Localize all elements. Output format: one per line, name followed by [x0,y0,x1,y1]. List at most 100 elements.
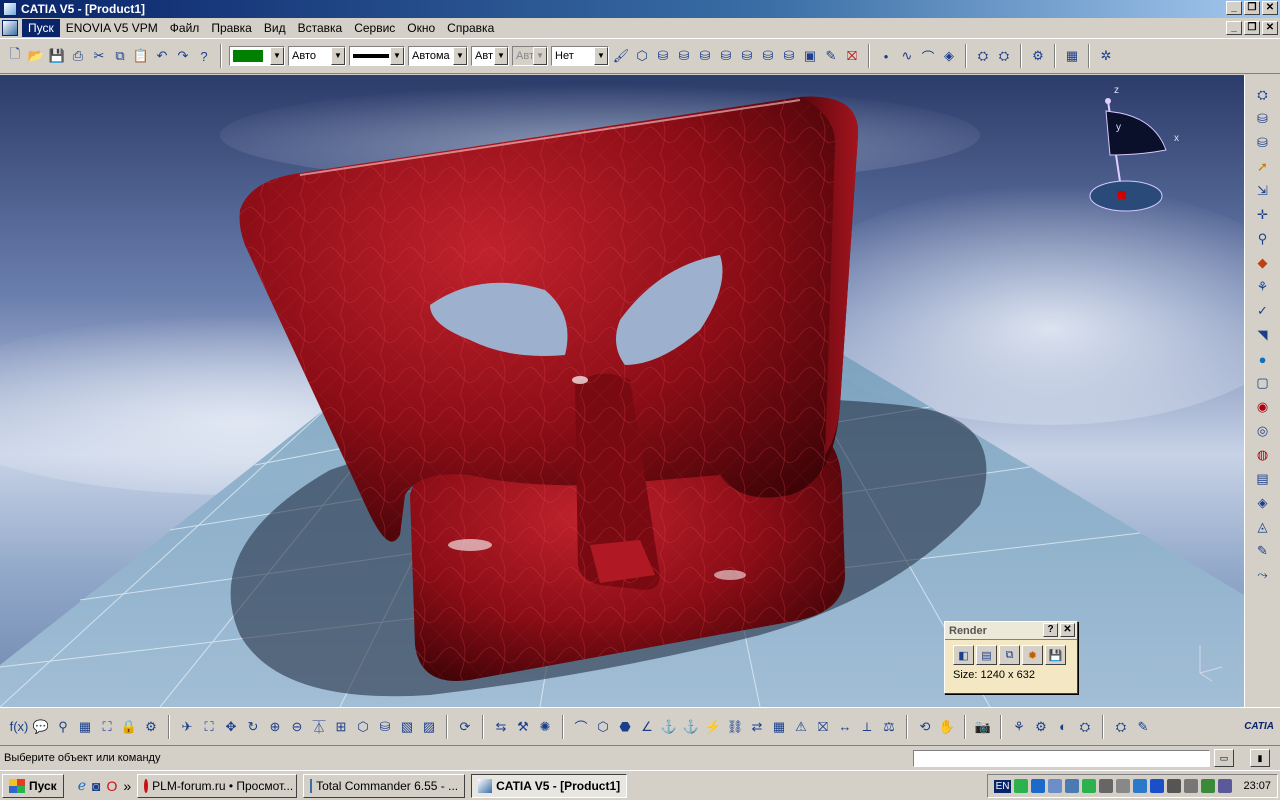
menu-file[interactable]: Файл [164,19,206,37]
view-mode-custom-icon[interactable]: ⛁ [780,47,798,65]
fit-all-icon[interactable]: ⛶ [200,718,218,736]
doc-minimize-button[interactable]: _ [1226,21,1242,35]
apply-material-icon[interactable]: ◐ [1054,718,1072,736]
camera-icon[interactable]: ◈ [1252,493,1274,513]
catia-logo[interactable]: CATIA [1230,712,1274,742]
cancel-command-button[interactable]: ▮ [1250,749,1270,767]
contact-icon[interactable]: ⬡ [594,718,612,736]
render-style-icon[interactable]: ⛁ [376,718,394,736]
task-catia[interactable]: CATIA V5 - [Product1] [471,773,628,798]
language-indicator[interactable]: EN [993,779,1012,793]
redo-icon[interactable]: ↷ [174,47,192,65]
spline-icon[interactable]: ∿ [898,47,916,65]
select-icon[interactable]: ➚ [1252,157,1274,177]
start-button[interactable]: Пуск [2,773,64,798]
clash-icon[interactable]: ⚠ [792,718,810,736]
normal-view-icon[interactable]: ⏄ [310,718,328,736]
line-type-combo[interactable]: Авто ▼ [288,46,346,66]
render-save-icon[interactable]: 💾 [1045,645,1066,665]
material-icon[interactable]: ⬡ [633,47,651,65]
opera-icon[interactable]: O [106,778,117,794]
surface-icon[interactable]: ◈ [940,47,958,65]
change-constraint-icon[interactable]: ⇄ [748,718,766,736]
view-mode-wireframe-icon[interactable]: ⛁ [738,47,756,65]
chevron-down-icon[interactable]: ▼ [533,47,547,65]
assembly-icon[interactable]: ⛭ [1252,85,1274,105]
hide-show-icon[interactable]: ⛝ [843,47,861,65]
flexible-icon[interactable]: ⛓ [726,718,744,736]
animation-icon[interactable]: ◍ [1252,445,1274,465]
measure-inertia-icon[interactable]: ⚖ [880,718,898,736]
thickness-combo[interactable]: Автома ▼ [408,46,468,66]
monitor-icon[interactable] [1201,779,1216,793]
task-total-commander[interactable]: Total Commander 6.55 - ... [303,773,466,798]
product-icon[interactable]: ⛁ [1252,109,1274,129]
render-dialog-title-bar[interactable]: Render ? ✕ [945,622,1077,640]
catia-app-icon[interactable] [3,2,17,16]
swap-icon[interactable]: ▨ [420,718,438,736]
snap-icon[interactable]: ⇆ [492,718,510,736]
render-image-icon[interactable]: ▤ [976,645,997,665]
lock-icon[interactable]: 🔒 [120,718,138,736]
chevron-down-icon[interactable]: ▼ [453,47,467,65]
render-quick-icon[interactable]: ✹ [1022,645,1043,665]
view-mode-material-icon[interactable]: ⛁ [759,47,777,65]
catalog-browser-icon[interactable]: ⛭ [1076,718,1094,736]
light-icon[interactable]: ✓ [1252,301,1274,321]
sphere-icon[interactable]: ● [1252,349,1274,369]
3d-viewport[interactable]: z y x [0,75,1244,707]
knowledge-icon[interactable]: ⚲ [54,718,72,736]
properties-icon[interactable]: ⚙ [142,718,160,736]
point-icon[interactable]: • [877,47,895,65]
sync-icon[interactable] [1065,779,1080,793]
offset-icon[interactable]: ⬣ [616,718,634,736]
robot-icon[interactable]: ✲ [1097,47,1115,65]
help-button[interactable]: ? [1043,623,1058,637]
angle-icon[interactable]: ∠ [638,718,656,736]
arc-icon[interactable]: ⌒ [919,47,937,65]
process-icon[interactable] [1167,779,1182,793]
fill-color-combo[interactable]: ▼ [229,46,285,66]
rotate-icon[interactable]: ↻ [244,718,262,736]
quick-constraint-icon[interactable]: ⚡ [704,718,722,736]
painter-icon[interactable]: 🖌 [612,47,630,65]
catalog-icon[interactable]: ⛭ [974,47,992,65]
coincidence-icon[interactable]: ⌒ [572,718,590,736]
swivel-icon[interactable]: ⟲ [916,718,934,736]
whats-this-icon[interactable]: ? [195,47,213,65]
skype-icon[interactable] [1133,779,1148,793]
reuse-pattern-icon[interactable]: ▦ [770,718,788,736]
zoom-in-icon[interactable]: ⊕ [266,718,284,736]
display-icon[interactable] [1218,779,1233,793]
chevron-down-icon[interactable]: ▼ [390,47,404,65]
grid-icon[interactable]: ▦ [1063,47,1081,65]
scene-icon[interactable]: ◬ [1252,517,1274,537]
shooting-icon[interactable]: ◉ [1252,397,1274,417]
antivirus-icon[interactable] [1031,779,1046,793]
command-button[interactable]: ▭ [1214,749,1234,767]
formula-icon[interactable]: f(x) [10,718,29,736]
close-button[interactable]: ✕ [1262,1,1278,15]
tree-icon[interactable]: ⛶ [98,718,116,736]
view-mode-hidden-icon[interactable]: ⛁ [696,47,714,65]
paste-icon[interactable]: 📋 [132,47,150,65]
hide-icon[interactable]: ▧ [398,718,416,736]
task-plm-forum[interactable]: PLM-forum.ru • Просмот... [137,773,298,798]
marker-icon[interactable]: ✎ [1134,718,1152,736]
search-icon[interactable]: ⛭ [995,47,1013,65]
move-icon[interactable]: ⇲ [1252,181,1274,201]
chevron-down-icon[interactable]: ▼ [594,47,608,65]
doc-restore-button[interactable]: ❐ [1244,21,1260,35]
usb-icon[interactable] [1116,779,1131,793]
ie-icon[interactable]: ℯ [78,777,86,794]
cut-icon[interactable]: ✂ [90,47,108,65]
view-mode-edges-icon[interactable]: ⛁ [675,47,693,65]
render-shooting-icon[interactable]: ◧ [953,645,974,665]
chevron-down-icon[interactable]: ▼ [331,47,345,65]
view-mode-shading-icon[interactable]: ⛁ [654,47,672,65]
analysis-icon[interactable]: ⚙ [1029,47,1047,65]
quick-launch-more[interactable]: » [123,778,131,794]
clock[interactable]: 23:07 [1243,780,1271,792]
manipulate-icon[interactable]: ⚒ [514,718,532,736]
zoom-out-icon[interactable]: ⊖ [288,718,306,736]
